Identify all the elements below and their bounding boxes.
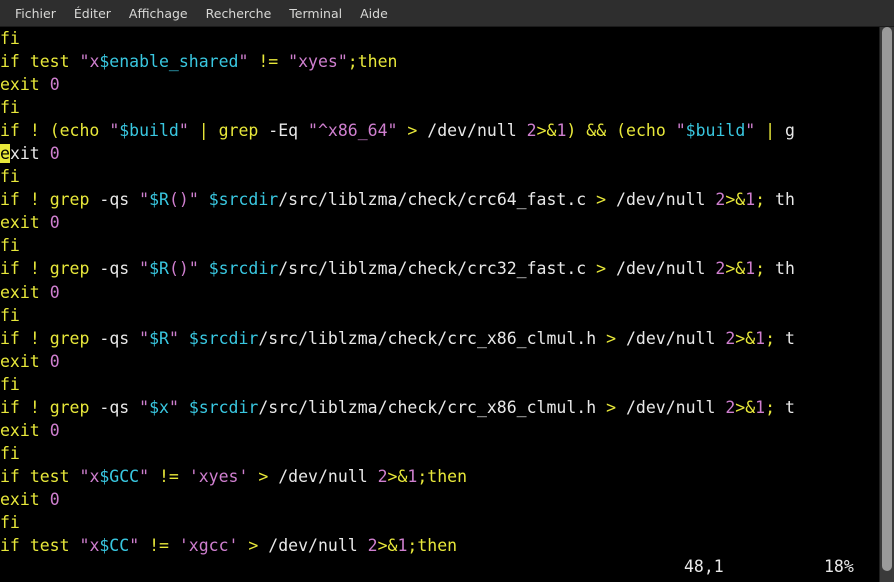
terminal-window: Fichier Éditer Affichage Recherche Termi… (0, 0, 894, 582)
menu-aide[interactable]: Aide (351, 3, 397, 24)
menu-recherche[interactable]: Recherche (197, 3, 281, 24)
scrollbar-thumb[interactable] (882, 27, 892, 571)
editor-line: if ! grep -qs "$R" $srcdir/src/liblzma/c… (0, 328, 795, 348)
menu-terminal[interactable]: Terminal (280, 3, 351, 24)
vim-ruler: 48,1 18% (0, 557, 879, 580)
editor-line: if ! (echo "$build" | grep -Eq "^x86_64"… (0, 121, 795, 141)
editor-line: exit 0 (0, 420, 60, 440)
menu-editer[interactable]: Éditer (65, 3, 120, 24)
editor-line: fi (0, 98, 20, 118)
editor-line: if ! grep -qs "$R()" $srcdir/src/liblzma… (0, 190, 795, 210)
terminal-screen[interactable]: fi if test "x$enable_shared" != "xyes";th… (0, 27, 879, 582)
editor-line: exit 0 (0, 351, 60, 371)
editor-line: fi (0, 443, 20, 463)
editor-line: fi (0, 305, 20, 325)
text-cursor: e (0, 144, 10, 164)
editor-line: fi (0, 29, 20, 48)
vertical-scrollbar[interactable] (879, 27, 894, 582)
editor-text-grid: fi if test "x$enable_shared" != "xyes";th… (0, 27, 879, 557)
editor-line: fi (0, 374, 20, 394)
editor-line: if test "x$GCC" != 'xyes' > /dev/null 2>… (0, 466, 468, 486)
editor-line: exit 0 (0, 282, 60, 302)
editor-line: fi (0, 512, 20, 532)
editor-line: fi (0, 167, 20, 187)
menu-bar: Fichier Éditer Affichage Recherche Termi… (0, 0, 894, 27)
editor-line: if test "x$CC" != 'xgcc' > /dev/null 2>&… (0, 536, 458, 556)
editor-line: exit 0 (0, 213, 60, 233)
ruler-file-percent: 18% (824, 557, 854, 576)
editor-line: if ! grep -qs "$x" $srcdir/src/liblzma/c… (0, 397, 795, 417)
editor-line: if ! grep -qs "$R()" $srcdir/src/liblzma… (0, 259, 795, 279)
ruler-cursor-position: 48,1 (684, 557, 724, 576)
editor-line: exit 0 (0, 144, 60, 164)
menu-affichage[interactable]: Affichage (120, 3, 197, 24)
terminal-area: fi if test "x$enable_shared" != "xyes";th… (0, 27, 894, 582)
editor-line: if test "x$enable_shared" != "xyes";then (0, 52, 398, 72)
menu-fichier[interactable]: Fichier (6, 3, 65, 24)
editor-line: exit 0 (0, 75, 60, 95)
editor-line: fi (0, 236, 20, 256)
editor-line: exit 0 (0, 489, 60, 509)
